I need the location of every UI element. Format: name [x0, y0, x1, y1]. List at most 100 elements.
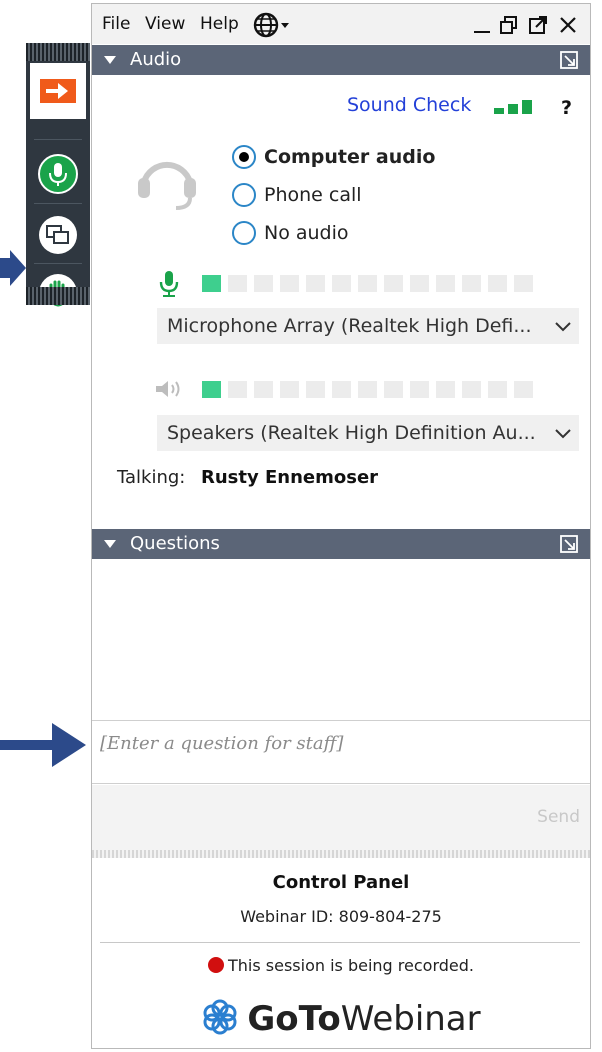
- questions-section-header[interactable]: Questions: [92, 529, 590, 559]
- level-segment: [436, 274, 455, 292]
- close-icon: [560, 17, 576, 33]
- globe-icon: [253, 12, 289, 38]
- level-segment: [384, 274, 403, 292]
- audio-option-label: No audio: [264, 222, 349, 244]
- microphone-level-meter: [202, 273, 540, 293]
- arrow-right-icon: [40, 79, 76, 103]
- chevron-down-icon: [555, 429, 571, 439]
- level-segment: [462, 274, 481, 292]
- level-segment: [514, 380, 533, 398]
- level-segment: [228, 380, 247, 398]
- brand-logo: GoToWebinar: [92, 998, 590, 1039]
- brand-goto: GoTo: [247, 999, 341, 1039]
- control-panel-title: Control Panel: [272, 872, 410, 893]
- level-segment: [462, 380, 481, 398]
- level-segment: [306, 380, 325, 398]
- screen-share-icon: [39, 216, 77, 254]
- level-segment: [436, 380, 455, 398]
- grab-toolbar[interactable]: [26, 43, 90, 312]
- audio-option-label: Phone call: [264, 184, 362, 206]
- microphone-device-name: Microphone Array (Realtek High Defi...: [167, 315, 532, 337]
- close-button[interactable]: [558, 14, 578, 36]
- radio-computer-audio[interactable]: [232, 145, 256, 169]
- question-input[interactable]: [Enter a question for staff]: [92, 720, 590, 784]
- menu-view[interactable]: View: [145, 14, 185, 34]
- radio-no-audio[interactable]: [232, 221, 256, 245]
- toggle-panel-button[interactable]: [30, 63, 86, 119]
- popout-icon: [529, 16, 547, 34]
- level-segment: [410, 274, 429, 292]
- audio-help-button[interactable]: ?: [561, 97, 572, 119]
- minimize-button[interactable]: [472, 14, 492, 36]
- level-segment: [228, 274, 247, 292]
- microphone-icon: [38, 154, 78, 194]
- speaker-select[interactable]: Speakers (Realtek High Definition Au...: [157, 415, 579, 451]
- talking-label: Talking:: [117, 467, 186, 488]
- language-button[interactable]: [253, 12, 297, 38]
- title-bar: File View Help: [92, 4, 590, 44]
- audio-option-phone[interactable]: Phone call: [232, 182, 362, 208]
- footer-divider: [100, 942, 580, 943]
- restore-icon: [500, 16, 517, 34]
- pointer-arrow-icon: [0, 723, 86, 767]
- collapse-caret-icon: [104, 56, 116, 64]
- level-segment: [306, 274, 325, 292]
- level-segment: [488, 274, 507, 292]
- questions-log[interactable]: [92, 561, 590, 720]
- audio-section-header[interactable]: Audio: [92, 45, 590, 75]
- level-segment: [332, 380, 351, 398]
- collapse-caret-icon: [104, 540, 116, 548]
- audio-option-label: Computer audio: [264, 146, 436, 168]
- headset-icon: [138, 161, 196, 210]
- level-segment: [254, 274, 273, 292]
- sound-check-link[interactable]: Sound Check: [347, 94, 471, 116]
- level-segment: [202, 274, 221, 292]
- popout-button[interactable]: [528, 14, 548, 36]
- recording-dot-icon: [208, 957, 224, 973]
- resize-handle[interactable]: [92, 850, 590, 858]
- audio-option-computer[interactable]: Computer audio: [232, 144, 435, 170]
- audio-option-none[interactable]: No audio: [232, 220, 349, 246]
- popout-icon[interactable]: [560, 535, 578, 553]
- screen-share-button[interactable]: [30, 207, 86, 263]
- gotowebinar-flower-icon: [203, 999, 237, 1035]
- recording-text: This session is being recorded.: [228, 956, 474, 975]
- speaker-device-name: Speakers (Realtek High Definition Au...: [167, 422, 536, 444]
- level-segment: [202, 380, 221, 398]
- toolbar-divider: [34, 203, 82, 204]
- toolbar-grip[interactable]: [26, 287, 90, 305]
- signal-strength-icon: [494, 100, 532, 114]
- radio-phone-call[interactable]: [232, 183, 256, 207]
- level-segment: [514, 274, 533, 292]
- send-button[interactable]: Send: [537, 807, 580, 827]
- pointer-arrow-icon: [0, 250, 26, 286]
- minimize-icon: [474, 31, 490, 33]
- questions-section-title: Questions: [130, 533, 220, 554]
- toolbar-grip[interactable]: [26, 43, 90, 61]
- toolbar-divider: [34, 139, 82, 140]
- control-panel: File View Help Audio Sound Check ? Compu…: [91, 3, 591, 1049]
- speaker-level-meter: [202, 379, 540, 399]
- menu-help[interactable]: Help: [200, 14, 239, 34]
- toolbar-divider: [34, 263, 82, 264]
- talking-name: Rusty Ennemoser: [201, 467, 379, 488]
- webinar-id: Webinar ID: 809-804-275: [240, 907, 442, 926]
- popout-icon[interactable]: [560, 51, 578, 69]
- restore-button[interactable]: [499, 14, 519, 36]
- microphone-icon: [159, 271, 179, 297]
- chevron-down-icon: [555, 322, 571, 332]
- level-segment: [358, 380, 377, 398]
- level-segment: [488, 380, 507, 398]
- menu-file[interactable]: File: [102, 14, 130, 34]
- level-segment: [358, 274, 377, 292]
- level-segment: [280, 380, 299, 398]
- level-segment: [384, 380, 403, 398]
- level-segment: [410, 380, 429, 398]
- brand-webinar: Webinar: [340, 999, 481, 1039]
- audio-section-title: Audio: [130, 49, 182, 70]
- microphone-select[interactable]: Microphone Array (Realtek High Defi...: [157, 308, 579, 344]
- send-area: Send: [92, 785, 590, 853]
- microphone-button[interactable]: [30, 146, 86, 202]
- level-segment: [332, 274, 351, 292]
- speaker-icon: [156, 381, 180, 397]
